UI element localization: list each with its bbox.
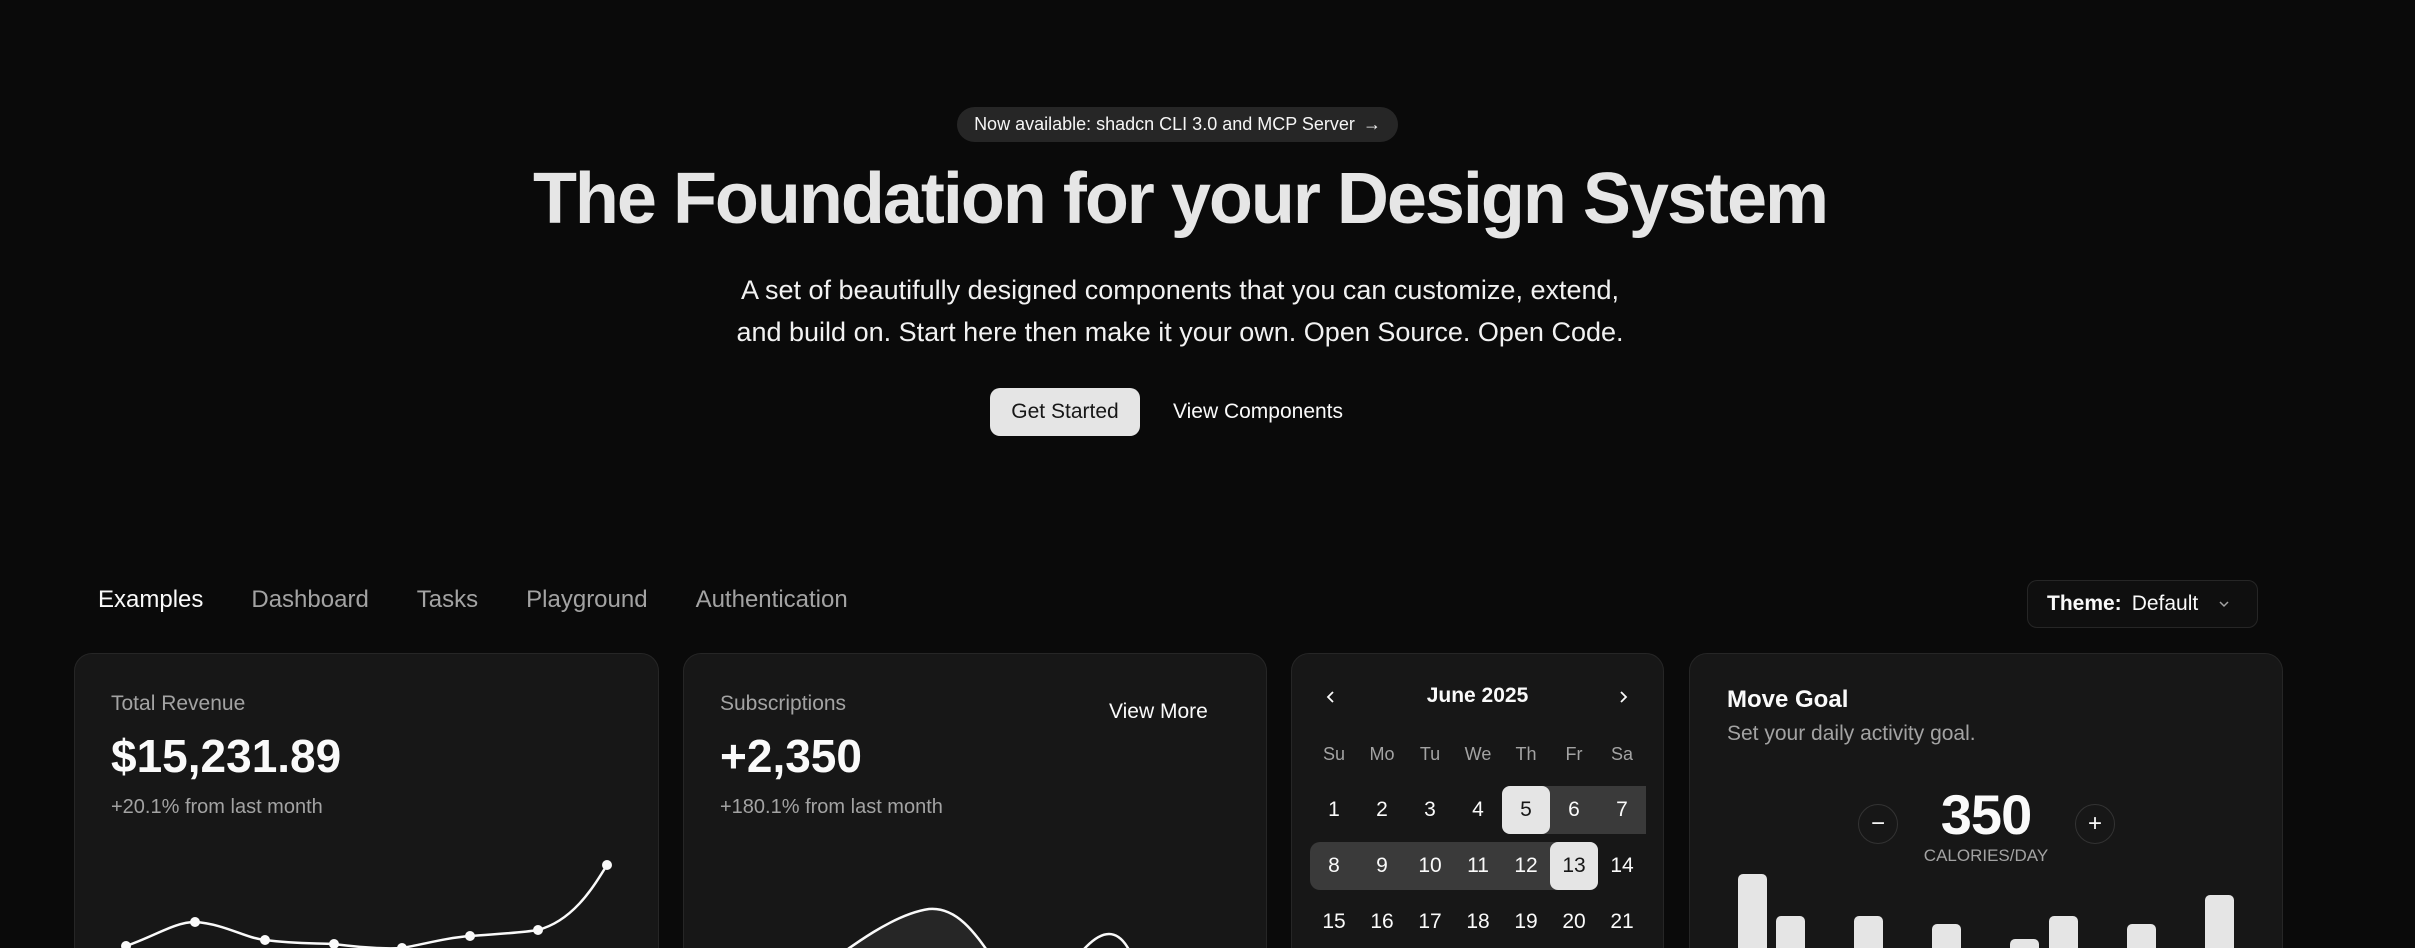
- weekday-label: Th: [1515, 743, 1537, 764]
- goal-bar: [2205, 895, 2234, 948]
- subscriptions-area-chart: [847, 907, 1130, 948]
- calendar-day[interactable]: 15: [1310, 898, 1358, 946]
- hero-subtitle-line-2: and build on. Start here then make it yo…: [736, 317, 1624, 347]
- total-revenue-card: Total Revenue $15,231.89 +20.1% from las…: [74, 653, 659, 948]
- chevron-right-icon[interactable]: [1608, 682, 1638, 712]
- weekday-label: Sa: [1610, 743, 1634, 764]
- theme-select[interactable]: Theme: Default: [2027, 580, 2258, 628]
- calendar-day[interactable]: 7: [1598, 786, 1646, 834]
- calendar-day[interactable]: 21: [1598, 898, 1646, 946]
- goal-bar: [2049, 916, 2078, 948]
- calendar-day[interactable]: 16: [1358, 898, 1406, 946]
- hero-subtitle-line-1: A set of beautifully designed components…: [740, 275, 1620, 305]
- subscriptions-delta: +180.1% from last month: [720, 796, 943, 818]
- view-components-button[interactable]: View Components: [1158, 388, 1358, 436]
- hero-title: The Foundation for your Design System: [532, 159, 1829, 239]
- calendar-day-selected[interactable]: 13: [1550, 842, 1598, 890]
- goal-bar: [2010, 939, 2039, 948]
- calendar-day[interactable]: 10: [1406, 842, 1454, 890]
- arrow-right-icon: →: [1362, 114, 1381, 134]
- goal-bar: [1776, 916, 1805, 948]
- revenue-point: [121, 941, 131, 948]
- goal-bar: [1932, 924, 1961, 948]
- revenue-delta: +20.1% from last month: [111, 796, 323, 818]
- goal-bar: [1738, 874, 1767, 948]
- view-more-button[interactable]: View More: [1109, 700, 1208, 724]
- subscriptions-label: Subscriptions: [720, 692, 847, 715]
- revenue-point: [329, 939, 339, 948]
- calendar-day-selected[interactable]: 5: [1502, 786, 1550, 834]
- calendar-day[interactable]: 20: [1550, 898, 1598, 946]
- calendar-day[interactable]: 1: [1310, 786, 1358, 834]
- announcement-badge[interactable]: Now available: shadcn CLI 3.0 and MCP Se…: [957, 107, 1398, 142]
- subscriptions-line: [1083, 932, 1130, 948]
- goal-bar: [2127, 924, 2156, 948]
- calendar-day[interactable]: 19: [1502, 898, 1550, 946]
- weekday-label: Fr: [1565, 743, 1583, 764]
- weekday-label: Mo: [1369, 743, 1395, 764]
- tab-playground[interactable]: Playground: [526, 586, 647, 614]
- tab-authentication[interactable]: Authentication: [696, 586, 848, 614]
- move-goal-card: Move Goal Set your daily activity goal. …: [1689, 653, 2283, 948]
- weekday-label: Su: [1322, 743, 1346, 764]
- revenue-point: [602, 860, 612, 870]
- tab-tasks[interactable]: Tasks: [417, 586, 478, 614]
- goal-bar-chart: [1738, 874, 2234, 948]
- calendar-day[interactable]: 4: [1454, 786, 1502, 834]
- revenue-point: [260, 935, 270, 945]
- calendar-day[interactable]: 11: [1454, 842, 1502, 890]
- subscriptions-card: Subscriptions View More +2,350 +180.1% f…: [683, 653, 1267, 948]
- tab-examples[interactable]: Examples: [98, 586, 203, 614]
- calendar-day[interactable]: 9: [1358, 842, 1406, 890]
- calendar-day[interactable]: 8: [1310, 842, 1358, 890]
- get-started-button[interactable]: Get Started: [990, 388, 1140, 436]
- theme-label: Theme:: [2047, 592, 2122, 615]
- revenue-point: [397, 943, 407, 948]
- weekday-label: We: [1464, 743, 1492, 764]
- goal-bar: [1854, 916, 1883, 948]
- examples-tabs: Examples Dashboard Tasks Playground Auth…: [98, 586, 848, 614]
- tab-dashboard[interactable]: Dashboard: [251, 586, 368, 614]
- hero-subtitle: A set of beautifully designed components…: [680, 269, 1680, 353]
- calendar-day[interactable]: 17: [1406, 898, 1454, 946]
- calendar-day[interactable]: 2: [1358, 786, 1406, 834]
- calendar-day[interactable]: 12: [1502, 842, 1550, 890]
- theme-value: Default: [2131, 592, 2199, 615]
- chevron-down-icon: [2219, 601, 2229, 608]
- revenue-point: [190, 917, 200, 927]
- subscriptions-value: +2,350: [720, 730, 862, 782]
- calendar-day[interactable]: 14: [1598, 842, 1646, 890]
- weekday-label: Tu: [1419, 743, 1441, 764]
- calendar-day[interactable]: 18: [1454, 898, 1502, 946]
- revenue-line: [125, 864, 609, 948]
- revenue-point: [465, 931, 475, 941]
- calendar-day[interactable]: 6: [1550, 786, 1598, 834]
- revenue-value: $15,231.89: [111, 730, 342, 782]
- revenue-label: Total Revenue: [111, 692, 246, 715]
- revenue-sparkline: [121, 860, 612, 948]
- revenue-point: [533, 925, 543, 935]
- calendar-card: June 2025 Su Mo Tu We Th Fr Sa 1 2 3 4 5…: [1291, 653, 1664, 948]
- calendar-day[interactable]: 3: [1406, 786, 1454, 834]
- announcement-text: Now available: shadcn CLI 3.0 and MCP Se…: [974, 114, 1355, 134]
